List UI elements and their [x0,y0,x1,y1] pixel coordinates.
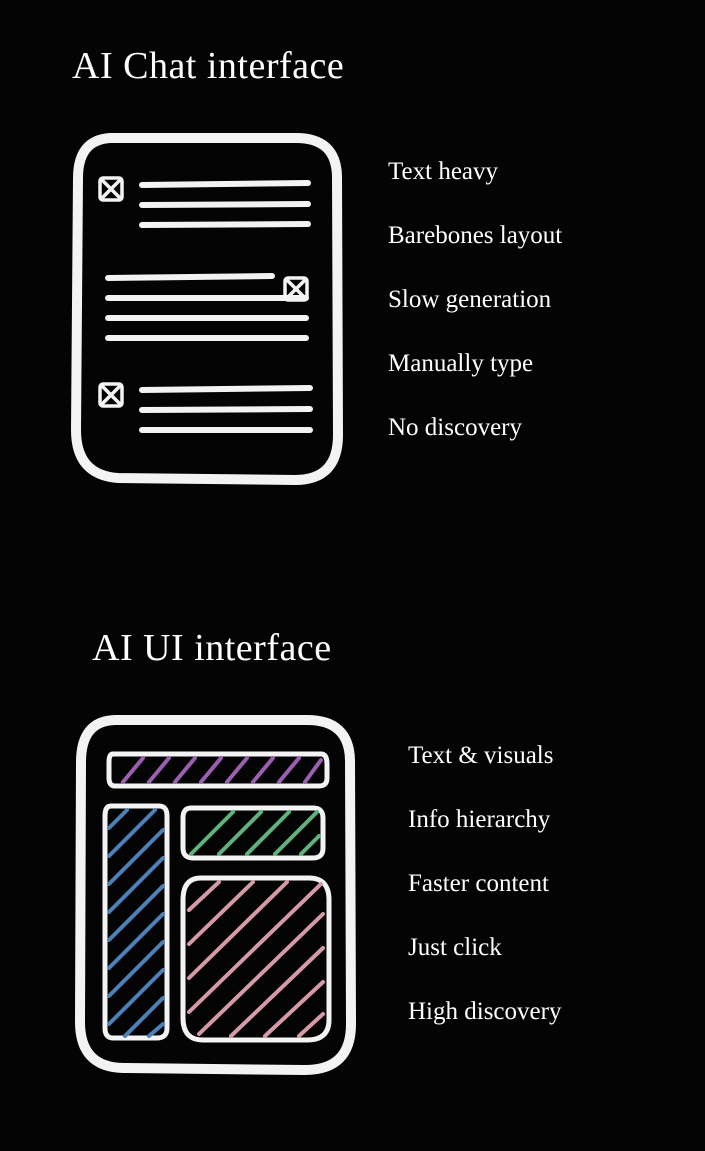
chat-bullet-2: Barebones layout [388,222,562,250]
chat-bullet-5: No discovery [388,414,522,442]
ui-panel-sidebar [109,810,163,1036]
ui-bullet-1: Text & visuals [408,742,553,770]
chat-wireframe-sketch [70,130,350,490]
ui-bullet-2: Info hierarchy [408,806,550,834]
ui-wireframe-sketch [73,712,363,1082]
chat-bullet-4: Manually type [388,350,533,378]
chat-bullet-3: Slow generation [388,286,551,314]
chat-section-title: AI Chat interface [72,44,344,88]
ui-bullet-3: Faster content [408,870,549,898]
ui-section-title: AI UI interface [92,626,332,670]
chat-bullet-1: Text heavy [388,158,498,186]
ui-bullet-5: High discovery [408,998,561,1026]
ui-panel-header [123,758,321,782]
ui-panel-main [189,882,323,1036]
ui-panel-small [191,812,319,854]
ui-bullet-4: Just click [408,934,502,962]
